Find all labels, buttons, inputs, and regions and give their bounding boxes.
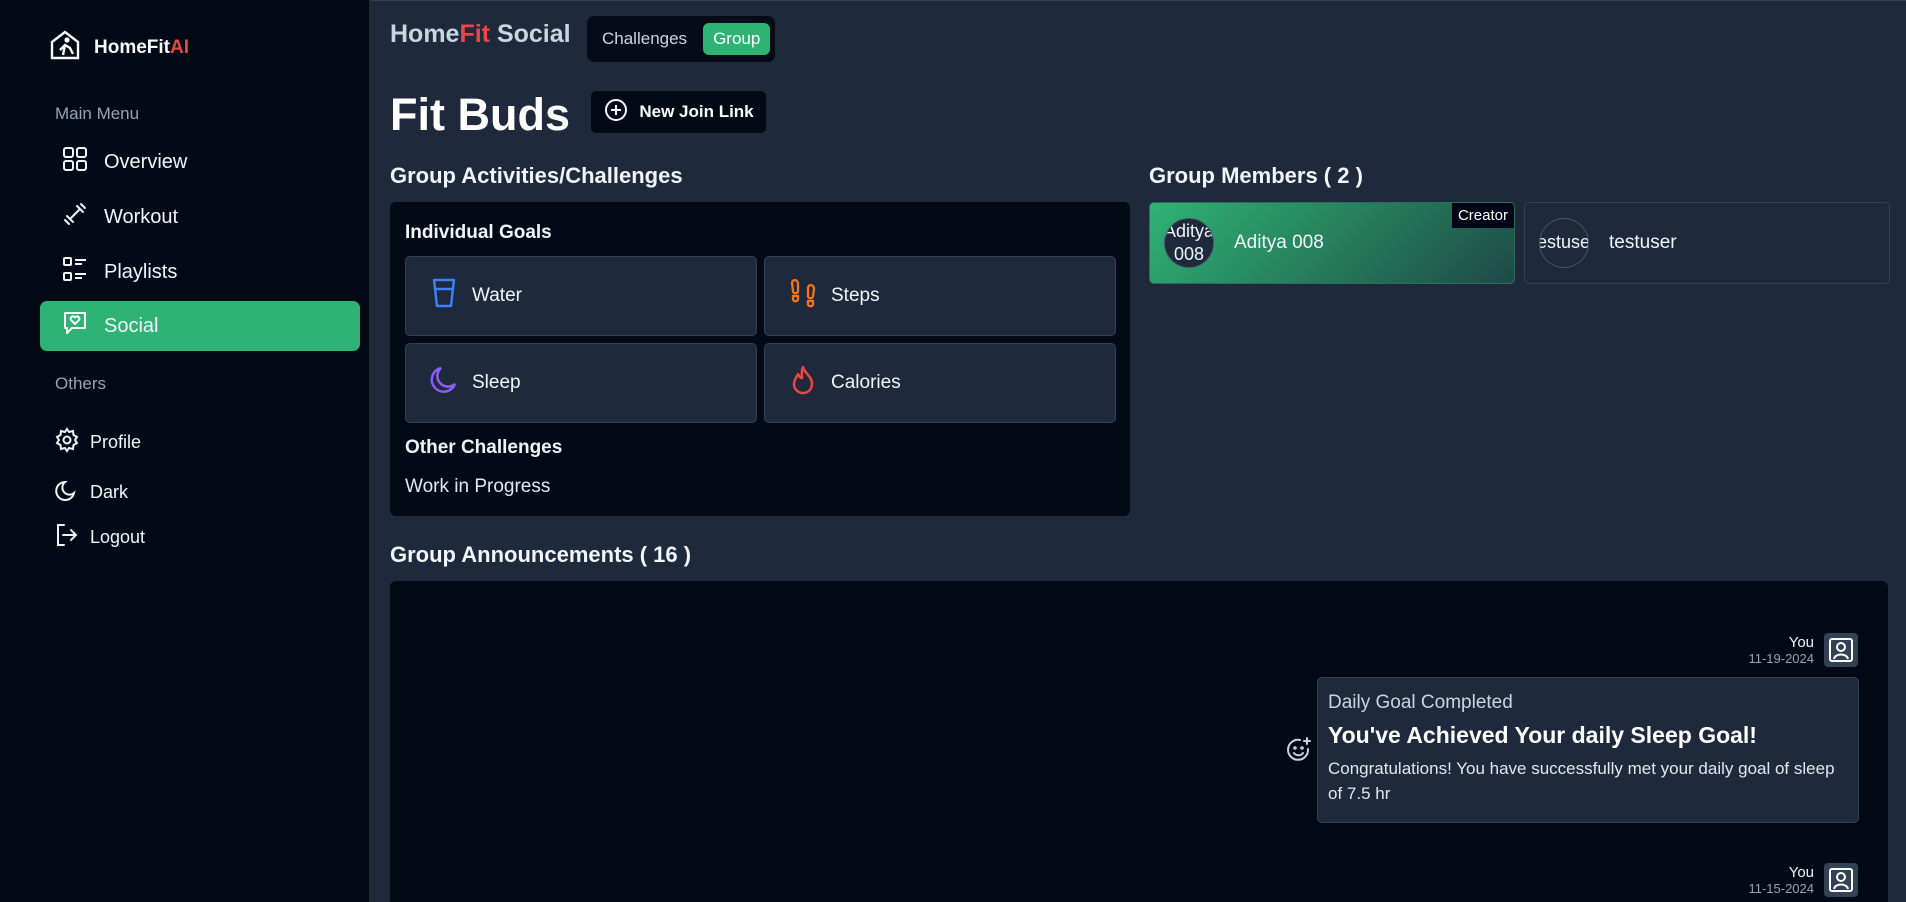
brand-name: HomeFitAI [94,36,189,58]
moon-icon [54,477,80,508]
grid-icon [62,146,88,178]
flame-icon [787,364,819,402]
individual-goals-heading: Individual Goals [405,222,552,243]
member-card[interactable]: Aditya 008 Aditya 008 Creator [1149,202,1515,284]
announcements-heading: Group Announcements ( 16 ) [390,542,692,567]
others-label: Others [55,374,107,393]
tab-challenges[interactable]: Challenges [592,23,697,55]
user-avatar-icon [1824,633,1858,667]
message-date: 11-15-2024 [1748,881,1814,896]
sidebar-item-profile[interactable]: Profile [54,427,141,458]
list-icon [62,256,88,288]
dumbbell-icon [62,201,88,233]
sidebar-item-playlists[interactable]: Playlists [40,247,360,297]
tab-group[interactable]: Group [703,23,771,55]
plus-circle-icon [603,97,629,128]
announcement-message: Daily Goal Completed You've Achieved You… [1317,677,1859,823]
creator-badge: Creator [1451,203,1514,228]
message-type: Daily Goal Completed [1328,692,1513,713]
announcements-feed: You 11-19-2024 Daily Goal Completed You'… [390,581,1888,902]
user-avatar-icon [1824,863,1858,897]
footprints-icon [787,277,819,315]
add-reaction-icon[interactable] [1285,736,1313,764]
view-toggle: Challenges Group [587,16,775,62]
avatar: Aditya 008 [1164,218,1214,268]
logout-button[interactable]: Logout [54,522,145,553]
logo-icon [48,28,82,67]
goal-steps[interactable]: Steps [764,256,1116,336]
brand[interactable]: HomeFitAI [48,28,189,67]
button-label: New Join Link [639,102,754,121]
theme-toggle-dark[interactable]: Dark [54,477,128,508]
message-author: You [1788,864,1814,881]
avatar: testuser [1539,218,1589,268]
message-meta: You 11-15-2024 [1748,864,1814,896]
member-name: testuser [1609,232,1677,253]
main-menu-label: Main Menu [55,104,140,123]
message-title: You've Achieved Your daily Sleep Goal! [1328,722,1757,748]
sidebar-item-label: Workout [104,205,179,228]
message-body: Congratulations! You have successfully m… [1328,759,1835,803]
sidebar-item-label: Dark [90,482,129,502]
other-challenges-status: Work in Progress [405,476,551,497]
sidebar-item-label: Profile [90,432,142,452]
member-card[interactable]: testuser testuser [1524,202,1890,284]
chat-heart-icon [62,310,88,342]
members-heading: Group Members ( 2 ) [1149,163,1363,188]
member-name: Aditya 008 [1234,232,1324,253]
group-name: Fit Buds [390,89,570,140]
moon-icon [428,364,460,402]
goal-sleep[interactable]: Sleep [405,343,757,423]
goal-label: Calories [831,372,901,393]
sidebar-item-label: Logout [90,527,146,547]
app-section-title: HomeFit Social [390,20,571,48]
new-join-link-button[interactable]: New Join Link [591,91,766,133]
message-author: You [1788,634,1814,651]
other-challenges-heading: Other Challenges [405,437,563,458]
goal-calories[interactable]: Calories [764,343,1116,423]
logout-icon [54,522,80,553]
activities-panel: Individual Goals Water Steps Sleep Calor… [390,202,1130,516]
sidebar: HomeFitAI Main Menu Overview Workout Pla… [0,0,370,902]
gear-icon [54,427,80,458]
sidebar-item-workout[interactable]: Workout [40,192,360,242]
sidebar-item-label: Playlists [104,260,178,283]
main-content: HomeFit Social Challenges Group Fit Buds… [371,0,1906,902]
goal-label: Water [472,285,522,306]
message-meta: You 11-19-2024 [1748,634,1814,666]
message-header: You 11-15-2024 [1748,863,1858,897]
goal-water[interactable]: Water [405,256,757,336]
water-glass-icon [428,277,460,315]
message-date: 11-19-2024 [1748,651,1814,666]
goal-label: Sleep [472,372,521,393]
sidebar-item-label: Overview [104,150,188,173]
activities-heading: Group Activities/Challenges [390,163,683,188]
sidebar-item-social[interactable]: Social [40,301,360,351]
sidebar-item-label: Social [104,314,159,337]
message-header: You 11-19-2024 [1748,633,1858,667]
goal-label: Steps [831,285,880,306]
sidebar-item-overview[interactable]: Overview [40,137,360,187]
